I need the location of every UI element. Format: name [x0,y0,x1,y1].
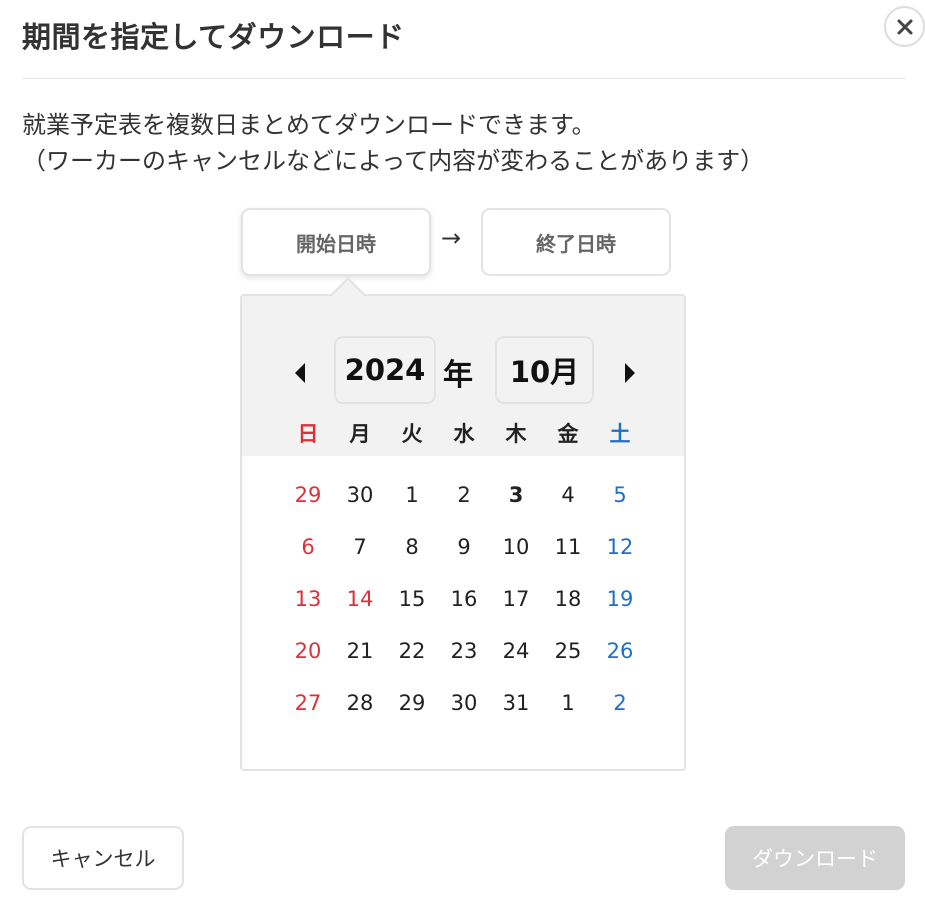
weekday-wed: 水 [453,422,475,446]
year-select[interactable]: 2024 [334,336,436,404]
day-cell[interactable]: 2 [597,691,643,715]
day-cell[interactable]: 13 [285,587,331,611]
day-cell[interactable]: 10 [493,535,539,559]
day-cell[interactable]: 23 [441,639,487,663]
dialog-title: 期間を指定してダウンロード [22,20,405,54]
description-line-1: 就業予定表を複数日まとめてダウンロードできます。 [22,111,596,139]
day-cell[interactable]: 25 [545,639,591,663]
start-datetime-button[interactable]: 開始日時 [241,208,431,276]
range-arrow: → [441,224,462,252]
day-cell[interactable]: 9 [441,535,487,559]
end-datetime-button[interactable]: 終了日時 [481,208,671,276]
day-cell[interactable]: 1 [545,691,591,715]
description-line-2: （ワーカーのキャンセルなどによって内容が変わることがあります） [22,147,765,175]
weekday-fri: 金 [557,422,579,446]
day-cell[interactable]: 30 [441,691,487,715]
triangle-left-icon [295,363,305,383]
day-cell[interactable]: 4 [545,483,591,507]
day-cell[interactable]: 5 [597,483,643,507]
next-month-button[interactable] [618,360,642,386]
close-button[interactable] [884,6,925,47]
calendar-popover: 2024 年 10月 日月火水木金土 29 30 1 2 3 4 5 6 7 8 9 10 11 12 13… [240,294,686,771]
prev-month-button[interactable] [288,360,312,386]
day-cell[interactable]: 16 [441,587,487,611]
triangle-right-icon [625,363,635,383]
day-cell[interactable]: 29 [389,691,435,715]
day-cell[interactable]: 1 [389,483,435,507]
download-range-dialog: 期間を指定してダウンロード 就業予定表を複数日まとめてダウンロードできます。 （… [0,0,925,901]
month-select[interactable]: 10月 [495,336,594,404]
day-cell[interactable]: 8 [389,535,435,559]
day-cell[interactable]: 28 [337,691,383,715]
weekday-tue: 火 [401,422,423,446]
close-icon [897,19,912,34]
day-cell[interactable]: 15 [389,587,435,611]
weekday-thu: 木 [505,422,527,446]
day-cell[interactable]: 7 [337,535,383,559]
day-cell[interactable]: 11 [545,535,591,559]
day-cell[interactable]: 27 [285,691,331,715]
day-cell[interactable]: 29 [285,483,331,507]
day-cell[interactable]: 21 [337,639,383,663]
download-button[interactable]: ダウンロード [725,826,905,890]
day-cell[interactable]: 30 [337,483,383,507]
weekday-sun: 日 [297,422,319,446]
year-unit-label: 年 [443,358,473,393]
divider [22,78,906,79]
weekday-mon: 月 [349,422,371,446]
day-cell[interactable]: 3 [493,483,539,507]
day-cell[interactable]: 18 [545,587,591,611]
day-cell[interactable]: 26 [597,639,643,663]
day-cell[interactable]: 17 [493,587,539,611]
day-cell[interactable]: 19 [597,587,643,611]
weekday-sat: 土 [609,422,631,446]
day-cell[interactable]: 6 [285,535,331,559]
cancel-button[interactable]: キャンセル [22,826,184,890]
day-cell[interactable]: 14 [337,587,383,611]
day-cell[interactable]: 31 [493,691,539,715]
day-cell[interactable]: 2 [441,483,487,507]
day-cell[interactable]: 12 [597,535,643,559]
day-cell[interactable]: 22 [389,639,435,663]
day-cell[interactable]: 24 [493,639,539,663]
description: 就業予定表を複数日まとめてダウンロードできます。 （ワーカーのキャンセルなどによ… [22,107,764,179]
day-cell[interactable]: 20 [285,639,331,663]
